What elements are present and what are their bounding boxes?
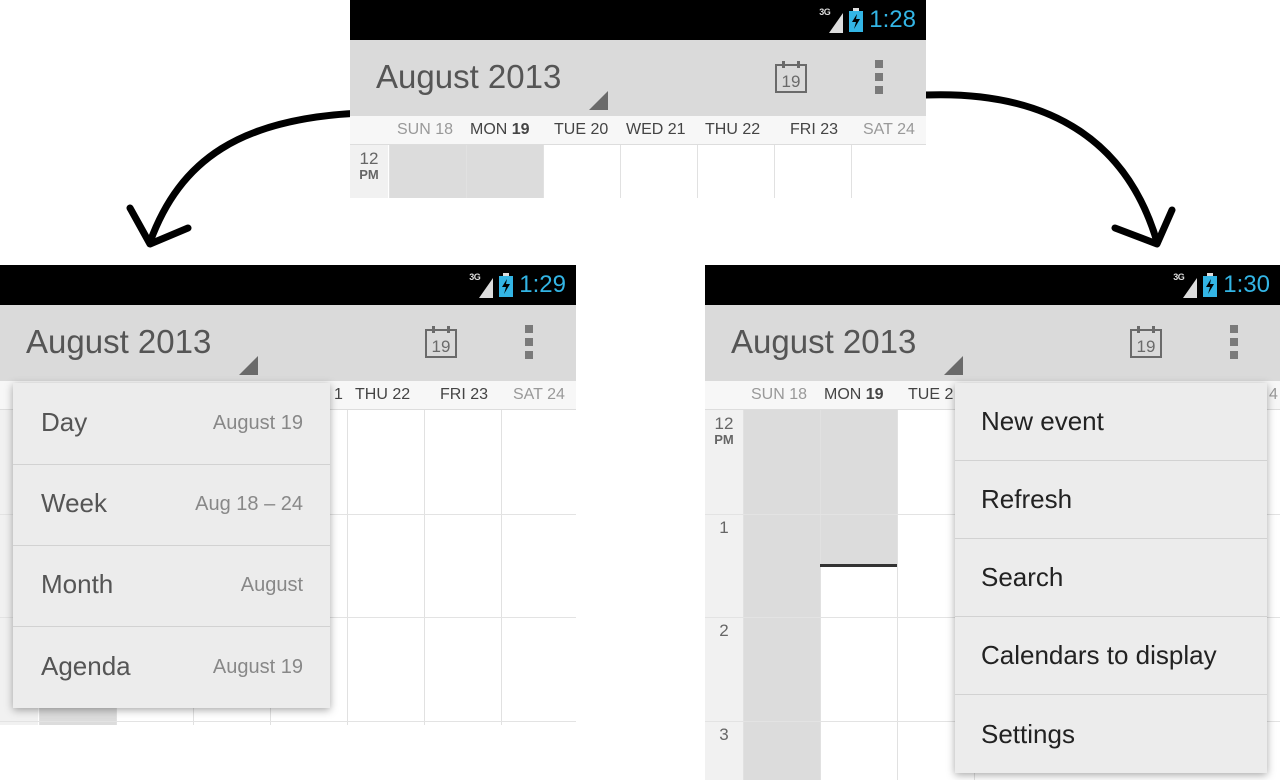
view-option-month[interactable]: Month August xyxy=(13,545,330,627)
time-column: 12 PM xyxy=(350,145,388,198)
day-header-wed[interactable]: WED 21 xyxy=(626,116,686,144)
time-label-1: 1 xyxy=(719,518,729,537)
day-column[interactable] xyxy=(424,410,502,725)
view-option-week[interactable]: Week Aug 18 – 24 xyxy=(13,464,330,546)
signal-icon: 3G xyxy=(819,7,844,33)
day-header-sun[interactable]: SUN 18 xyxy=(751,381,807,409)
view-picker-dropdown: Day August 19 Week Aug 18 – 24 Month Aug… xyxy=(13,383,330,708)
day-header-partial[interactable]: 4 xyxy=(1269,381,1278,409)
day-column[interactable] xyxy=(743,410,821,780)
week-grid: 12 PM xyxy=(350,145,926,198)
screen-view-picker: 3G 1:29 August 2013 19 1 THU 22 FRI 23 S… xyxy=(0,265,576,725)
time-label-12pm: 12 PM xyxy=(359,149,379,182)
action-bar: August 2013 19 xyxy=(705,305,1280,381)
battery-charging-icon xyxy=(849,8,864,32)
today-calendar-icon[interactable]: 19 xyxy=(1129,325,1163,359)
day-header-sun[interactable]: SUN 18 xyxy=(397,116,453,144)
action-bar: August 2013 19 xyxy=(0,305,576,381)
day-header-mon[interactable]: MON 19 xyxy=(470,116,530,144)
menu-item-calendars-to-display[interactable]: Calendars to display xyxy=(955,617,1267,695)
overflow-menu: New event Refresh Search Calendars to di… xyxy=(955,383,1267,773)
day-column[interactable] xyxy=(389,145,467,198)
screen-week-view: 3G 1:28 August 2013 19 SUN 18 MON 19 TUE… xyxy=(350,0,926,198)
day-header-thu[interactable]: THU 22 xyxy=(705,116,760,144)
today-calendar-icon[interactable]: 19 xyxy=(424,325,458,359)
month-title[interactable]: August 2013 xyxy=(731,323,916,361)
svg-text:19: 19 xyxy=(1137,337,1156,356)
status-clock: 1:30 xyxy=(1223,271,1270,298)
overflow-menu-icon[interactable] xyxy=(872,60,886,96)
time-label-12pm: 12 PM xyxy=(714,414,734,447)
arrow-right-head xyxy=(1111,206,1176,248)
overflow-menu-icon[interactable] xyxy=(1227,325,1241,361)
day-header-partial[interactable]: 1 xyxy=(334,381,343,409)
dropdown-triangle-icon[interactable] xyxy=(944,356,963,375)
day-header-thu[interactable]: THU 22 xyxy=(355,381,410,409)
status-clock: 1:28 xyxy=(869,6,916,33)
time-column: 12 PM 1 2 3 xyxy=(705,410,743,780)
day-header-sat[interactable]: SAT 24 xyxy=(863,116,915,144)
day-column[interactable] xyxy=(347,410,425,725)
svg-text:19: 19 xyxy=(782,72,801,91)
day-header-mon[interactable]: MON 19 xyxy=(824,381,884,409)
day-header: SUN 18 MON 19 TUE 20 WED 21 THU 22 FRI 2… xyxy=(350,116,926,145)
battery-charging-icon xyxy=(1203,273,1218,297)
menu-item-new-event[interactable]: New event xyxy=(955,383,1267,461)
day-header-fri[interactable]: FRI 23 xyxy=(790,116,838,144)
arrow-left-icon xyxy=(146,109,366,246)
status-bar: 3G 1:29 xyxy=(0,265,576,305)
day-header-sat[interactable]: SAT 24 xyxy=(513,381,565,409)
menu-item-refresh[interactable]: Refresh xyxy=(955,461,1267,539)
screen-overflow-menu: 3G 1:30 August 2013 19 SUN 18 MON 19 TUE… xyxy=(705,265,1280,780)
battery-charging-icon xyxy=(499,273,514,297)
arrow-right-icon xyxy=(921,91,1161,246)
dropdown-triangle-icon[interactable] xyxy=(239,356,258,375)
day-column[interactable] xyxy=(620,145,698,198)
signal-icon: 3G xyxy=(469,272,494,298)
day-header-tue[interactable]: TUE 20 xyxy=(554,116,608,144)
menu-item-search[interactable]: Search xyxy=(955,539,1267,617)
day-column[interactable] xyxy=(543,145,621,198)
day-column[interactable] xyxy=(501,410,576,725)
action-bar: August 2013 19 xyxy=(350,40,926,116)
dropdown-triangle-icon[interactable] xyxy=(589,91,608,110)
day-column[interactable] xyxy=(820,410,898,564)
view-option-agenda[interactable]: Agenda August 19 xyxy=(13,626,330,708)
day-column[interactable] xyxy=(466,145,544,198)
month-title[interactable]: August 2013 xyxy=(376,58,561,96)
menu-item-settings[interactable]: Settings xyxy=(955,695,1267,773)
overflow-menu-icon[interactable] xyxy=(522,325,536,361)
status-bar: 3G 1:28 xyxy=(350,0,926,40)
signal-icon: 3G xyxy=(1173,272,1198,298)
current-time-line xyxy=(820,564,897,567)
month-title[interactable]: August 2013 xyxy=(26,323,211,361)
today-calendar-icon[interactable]: 19 xyxy=(774,60,808,94)
day-column[interactable] xyxy=(851,145,926,198)
day-column[interactable] xyxy=(697,145,775,198)
view-option-day[interactable]: Day August 19 xyxy=(13,383,330,465)
hour-line xyxy=(0,721,576,722)
status-clock: 1:29 xyxy=(519,271,566,298)
day-column[interactable] xyxy=(774,145,852,198)
day-header-fri[interactable]: FRI 23 xyxy=(440,381,488,409)
time-label-3: 3 xyxy=(719,725,729,744)
day-column[interactable] xyxy=(820,564,898,780)
day-header-tue-partial[interactable]: TUE 2 xyxy=(908,381,953,409)
time-label-2: 2 xyxy=(719,621,729,640)
svg-text:19: 19 xyxy=(432,337,451,356)
status-bar: 3G 1:30 xyxy=(705,265,1280,305)
